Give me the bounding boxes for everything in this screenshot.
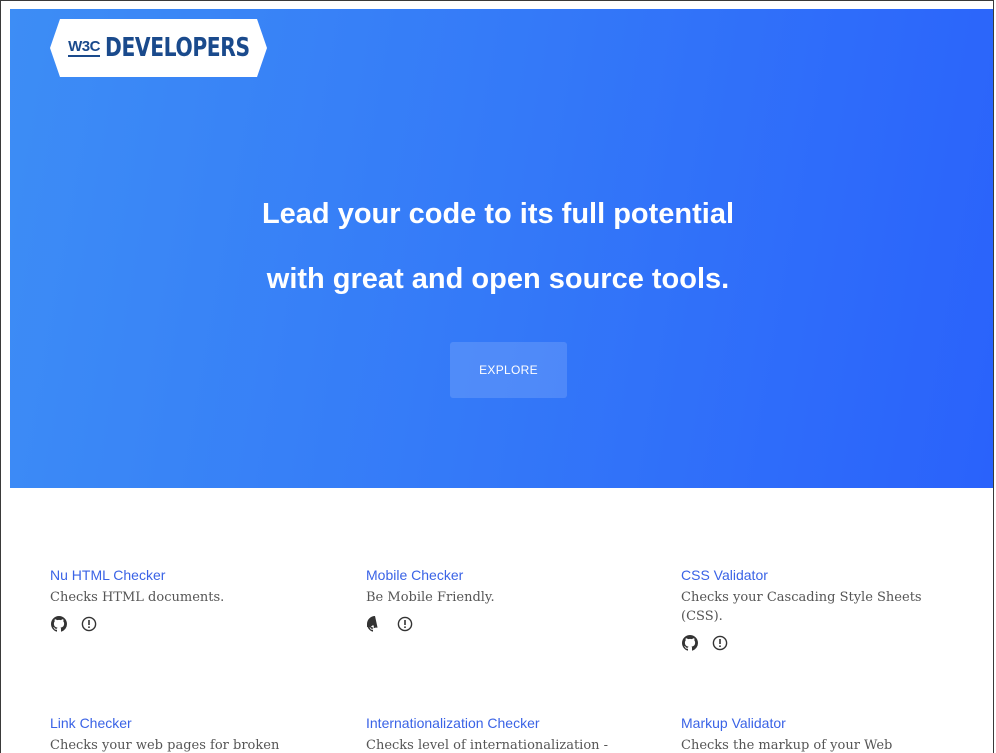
- github-icon[interactable]: [681, 634, 699, 652]
- issues-icon[interactable]: [80, 615, 98, 633]
- github-icon[interactable]: [50, 615, 68, 633]
- tool-icon-row: [50, 615, 330, 633]
- tool-icon-row: [681, 634, 961, 652]
- tool-description: Checks HTML documents.: [50, 590, 225, 605]
- tool-card-nu-html-checker: Nu HTML Checker Checks HTML documents.: [50, 566, 330, 633]
- hero-banner: [10, 9, 993, 488]
- tool-description: Checks your web pages for broken: [50, 738, 280, 753]
- tool-icon-row: [366, 615, 646, 633]
- tool-title-link[interactable]: Link Checker: [50, 714, 330, 732]
- logo-w3c-mark: W3C: [68, 37, 100, 57]
- issues-icon[interactable]: [711, 634, 729, 652]
- tool-card-link-checker: Link Checker Checks your web pages for b…: [50, 714, 330, 753]
- hero-headline-line-1: Lead your code to its full potential: [261, 198, 735, 230]
- tool-card-internationalization-checker: Internationalization Checker Checks leve…: [366, 714, 646, 753]
- explore-button[interactable]: EXPLORE: [450, 342, 567, 398]
- tool-title-link[interactable]: Mobile Checker: [366, 566, 646, 584]
- hero-headline-line-2: with great and open source tools.: [266, 263, 730, 295]
- tool-title-link[interactable]: CSS Validator: [681, 566, 961, 584]
- tool-description: Checks your Cascading Style Sheets (CSS)…: [681, 590, 922, 624]
- browser-viewport: W3C DEVELOPERS Lead your code to its ful…: [0, 0, 994, 753]
- tool-title-link[interactable]: Internationalization Checker: [366, 714, 646, 732]
- tool-description: Be Mobile Friendly.: [366, 590, 495, 605]
- tool-description: Checks level of internationalization -: [366, 738, 609, 753]
- tool-title-link[interactable]: Markup Validator: [681, 714, 961, 732]
- tool-title-link[interactable]: Nu HTML Checker: [50, 566, 330, 584]
- tool-description: Checks the markup of your Web: [681, 738, 893, 753]
- tool-card-mobile-checker: Mobile Checker Be Mobile Friendly.: [366, 566, 646, 633]
- tool-card-markup-validator: Markup Validator Checks the markup of yo…: [681, 714, 961, 753]
- issues-icon[interactable]: [396, 615, 414, 633]
- w3c-developers-logo[interactable]: W3C DEVELOPERS: [50, 19, 267, 77]
- github-icon[interactable]: [366, 615, 384, 633]
- logo-developers-wordmark: DEVELOPERS: [104, 33, 250, 63]
- tool-card-css-validator: CSS Validator Checks your Cascading Styl…: [681, 566, 961, 652]
